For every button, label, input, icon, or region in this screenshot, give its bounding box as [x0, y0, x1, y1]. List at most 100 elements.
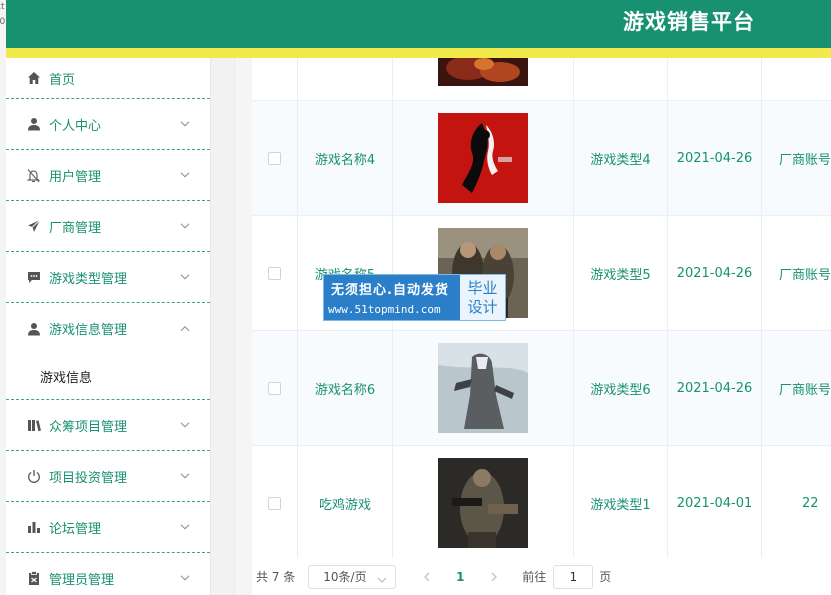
chevron-down-icon — [180, 468, 190, 483]
chevron-down-icon — [180, 570, 190, 585]
chevron-down-icon — [180, 269, 190, 284]
chevron-up-icon — [180, 320, 190, 335]
sidebar-item-home[interactable]: 首页 — [6, 58, 210, 99]
vendor-account-cell: 厂商账号 — [779, 152, 831, 168]
row-checkbox[interactable] — [268, 151, 281, 165]
paper-plane-icon — [26, 219, 41, 234]
sidebar-item-personal-center[interactable]: 个人中心 — [6, 99, 210, 150]
sidebar-item-label: 厂商管理 — [49, 220, 102, 236]
goto-page-input[interactable]: 1 — [553, 564, 594, 589]
sidebar-item-label: 个人中心 — [49, 118, 102, 134]
table-row: 游戏名称6 游戏类型6 2021-04-26 厂商账号 — [252, 331, 831, 446]
power-icon — [26, 469, 41, 484]
sidebar-item-label: 用户管理 — [49, 169, 102, 185]
clipboard-icon — [26, 571, 41, 586]
header-accent-stripe — [6, 48, 831, 58]
sidebar-item-game-info-management[interactable]: 游戏信息管理 — [6, 303, 210, 354]
chevron-right-icon — [491, 572, 497, 581]
user-icon — [26, 321, 41, 336]
page-number-active[interactable]: 1 — [453, 570, 467, 584]
table-cell — [574, 58, 668, 100]
sidebar-item-label: 众筹项目管理 — [49, 419, 128, 435]
sidebar-item-label: 游戏类型管理 — [49, 271, 128, 287]
books-icon — [26, 418, 41, 433]
sidebar-subitem-game-info[interactable]: 游戏信息 — [6, 354, 210, 400]
table-row: 游戏名称4 游戏类型4 2021-04-26 厂商账号 — [252, 101, 831, 216]
watermark-badge-line: 设计 — [467, 297, 498, 316]
row-checkbox[interactable] — [268, 381, 281, 395]
chevron-down-icon — [180, 116, 190, 131]
content-scroll-gutter — [234, 58, 253, 595]
game-name-cell: 游戏名称6 — [298, 331, 393, 445]
edge-fragment: t0 — [0, 17, 6, 27]
sidebar-item-label: 游戏信息管理 — [49, 323, 128, 338]
message-icon — [26, 270, 41, 285]
game-cover-image — [438, 58, 528, 86]
table-cell — [252, 331, 298, 445]
edge-fragment: ct — [0, 2, 5, 12]
vendor-account-cell: 22 — [802, 495, 819, 511]
row-checkbox[interactable] — [268, 266, 281, 280]
home-icon — [26, 71, 41, 86]
sidebar-item-user-management[interactable]: 用户管理 — [6, 150, 210, 201]
sidebar-item-vendor-management[interactable]: 厂商管理 — [6, 201, 210, 252]
app-title: 游戏销售平台 — [623, 10, 755, 34]
page-size-value: 10条/页 — [323, 570, 367, 584]
game-cover-image — [438, 458, 528, 548]
game-cover-image — [438, 113, 528, 203]
table-cell — [393, 331, 574, 445]
prev-page-button[interactable] — [419, 572, 433, 582]
goto-label: 前往 — [522, 570, 547, 584]
sidebar-item-label: 论坛管理 — [49, 521, 102, 537]
watermark-url: www.51topmind.com — [328, 303, 441, 316]
pagination-total: 共 7 条 — [256, 570, 296, 584]
top-header: 游戏销售平台 — [6, 0, 831, 48]
sidebar-item-label: 项目投资管理 — [49, 470, 128, 486]
bell-off-icon — [26, 168, 41, 183]
game-cover-image — [438, 343, 528, 433]
table-cell — [252, 101, 298, 215]
table-cell — [252, 446, 298, 560]
next-page-button[interactable] — [487, 572, 501, 582]
sidebar-menu: 首页 个人中心 用户管理 厂商管理 游戏类型管理 游戏信息管理 游戏信息 众筹项… — [6, 58, 211, 595]
sidebar-item-crowdfunding-management[interactable]: 众筹项目管理 — [6, 400, 210, 451]
sidebar-item-forum-management[interactable]: 论坛管理 — [6, 502, 210, 553]
watermark-banner: 无须担心.自动发货 www.51topmind.com 毕业 设计 — [323, 274, 506, 321]
chevron-down-icon — [180, 167, 190, 182]
chevron-down-icon — [180, 218, 190, 233]
game-name-cell: 游戏名称4 — [298, 101, 393, 215]
table-cell — [393, 446, 574, 560]
game-type-cell: 游戏类型5 — [574, 216, 668, 330]
row-checkbox[interactable] — [268, 496, 281, 510]
date-cell: 2021-04-26 — [668, 216, 762, 330]
table-cell — [393, 58, 574, 100]
table-cell — [252, 216, 298, 330]
date-cell: 2021-04-26 — [668, 101, 762, 215]
date-cell: 2021-04-26 — [668, 331, 762, 445]
watermark-text: 无须担心.自动发货 — [331, 283, 449, 298]
table-cell — [252, 58, 298, 100]
table-cell — [298, 58, 393, 100]
game-type-cell: 游戏类型6 — [574, 331, 668, 445]
chevron-down-icon — [377, 572, 387, 586]
table-cell — [393, 101, 574, 215]
table-row — [252, 58, 831, 101]
sidebar-item-admin-management[interactable]: 管理员管理 — [6, 553, 210, 595]
game-type-cell: 游戏类型1 — [574, 446, 668, 560]
vendor-account-cell: 厂商账号 — [779, 382, 831, 398]
chevron-left-icon — [423, 572, 430, 581]
bar-chart-icon — [26, 520, 41, 535]
table-cell — [762, 58, 831, 100]
user-icon — [26, 117, 41, 132]
page-size-select[interactable]: 10条/页 — [308, 564, 397, 589]
sidebar-item-label: 管理员管理 — [49, 572, 115, 588]
sidebar-item-investment-management[interactable]: 项目投资管理 — [6, 451, 210, 502]
vendor-account-cell: 厂商账号 — [779, 267, 831, 283]
goto-suffix: 页 — [599, 570, 612, 584]
table-row: 吃鸡游戏 游戏类型1 2021-04-01 22 — [252, 446, 831, 561]
chevron-down-icon — [180, 417, 190, 432]
sidebar-item-game-type-management[interactable]: 游戏类型管理 — [6, 252, 210, 303]
game-type-cell: 游戏类型4 — [574, 101, 668, 215]
watermark-badge: 毕业 设计 — [460, 275, 505, 320]
table-cell — [668, 58, 762, 100]
